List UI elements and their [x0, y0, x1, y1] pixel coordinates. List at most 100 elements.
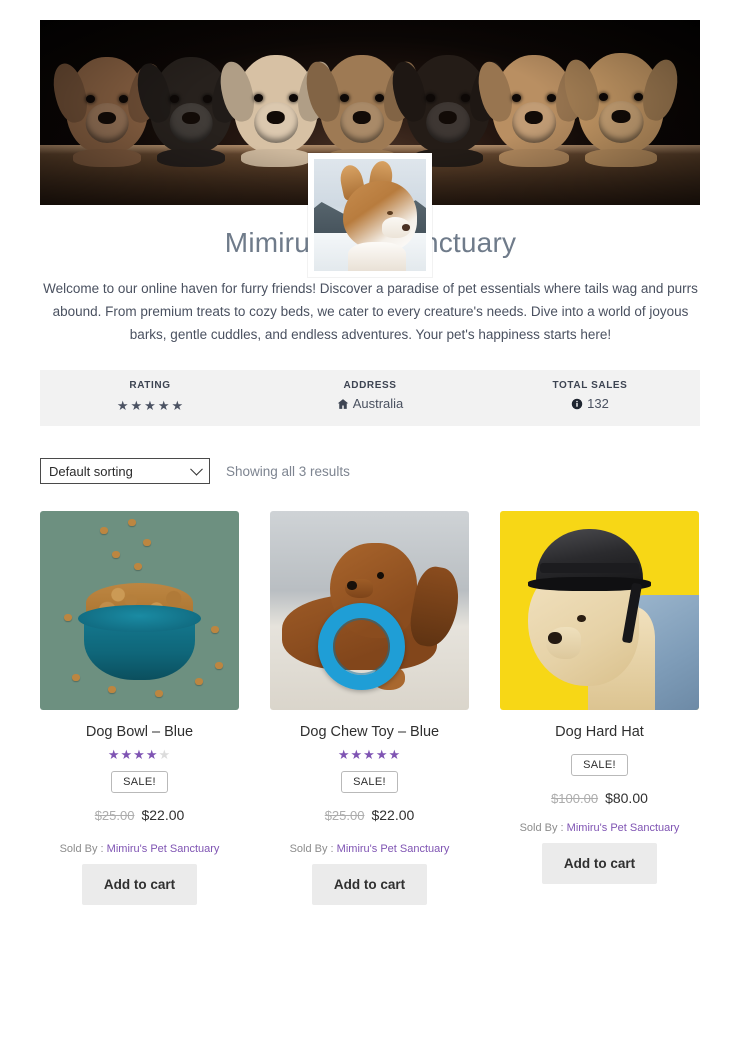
product-rating: ★★★★★ [270, 748, 469, 761]
puppy-eye-right [633, 93, 644, 101]
star-icon: ★ [350, 747, 364, 762]
product-title[interactable]: Dog Bowl – Blue [40, 724, 239, 740]
star-icon: ★ [133, 747, 146, 762]
star-icon: ★ [144, 398, 156, 414]
puppy-nose [438, 110, 458, 124]
puppy-eye-left [254, 94, 264, 103]
stat-address: ADDRESS Australia [260, 380, 480, 417]
old-price: $100.00 [551, 791, 599, 806]
star-icon: ★ [171, 398, 184, 414]
star-icon: ★ [158, 747, 172, 762]
product-image-dog-bowl[interactable] [40, 511, 239, 710]
product-card: Dog Hard Hat SALE! $100.00 $80.00 Sold By… [500, 511, 699, 905]
home-icon [337, 398, 349, 410]
stat-address-value: Australia [337, 396, 403, 412]
stat-total-sales-text: 132 [587, 396, 609, 412]
star-icon: ★ [363, 747, 376, 762]
puppy-eye-right [460, 94, 470, 103]
product-grid: Dog Bowl – Blue ★★★★★ SALE! $25.00 $22.00… [40, 511, 700, 905]
info-icon [571, 398, 583, 410]
sold-by-shop-link[interactable]: Mimiru's Pet Sanctuary [337, 843, 450, 855]
star-icon: ★ [130, 398, 143, 414]
sort-select[interactable]: Default sorting [40, 458, 210, 484]
puppy-4 [320, 55, 404, 167]
old-price: $25.00 [324, 808, 365, 823]
sold-by-shop-link[interactable]: Mimiru's Pet Sanctuary [107, 843, 220, 855]
product-card: Dog Chew Toy – Blue ★★★★★ SALE! $25.00 $2… [270, 511, 469, 905]
store-page: Mimiru's Pet Sanctuary Welcome to our on… [0, 20, 741, 905]
product-title[interactable]: Dog Hard Hat [500, 724, 699, 740]
sold-by: Sold By : Mimiru's Pet Sanctuary [500, 822, 699, 834]
puppy-paws [240, 149, 312, 167]
puppy-nose [524, 110, 544, 124]
product-card: Dog Bowl – Blue ★★★★★ SALE! $25.00 $22.00… [40, 511, 239, 905]
dachshund-eye [376, 572, 384, 580]
puppy-7 [578, 53, 664, 167]
stat-total-sales-label: TOTAL SALES [552, 379, 628, 391]
store-avatar[interactable] [308, 153, 432, 277]
product-image-dog-hard-hat[interactable] [500, 511, 699, 710]
puppy-eye-left [598, 93, 609, 101]
puppy-eye-left [85, 95, 95, 104]
puppy-eye-left [426, 94, 436, 103]
star-icon: ★ [388, 747, 402, 762]
sold-by-label: Sold By : [59, 843, 104, 855]
puppy-eye-right [288, 94, 298, 103]
stat-rating-value: ★ ★ ★ ★ ★ [117, 399, 183, 412]
puppy-eye-left [169, 95, 179, 104]
stat-rating-label: RATING [129, 379, 171, 391]
husky-chest [347, 241, 406, 271]
sold-by-label: Sold By : [289, 843, 334, 855]
store-stats-bar: RATING ★ ★ ★ ★ ★ ADDRESS Australia TOTAL… [40, 370, 700, 426]
sold-by-label: Sold By : [519, 822, 564, 834]
sale-badge: SALE! [571, 754, 628, 776]
star-icon: ★ [375, 747, 389, 762]
store-description: Welcome to our online haven for furry fr… [43, 281, 698, 342]
star-icon: ★ [337, 747, 351, 762]
star-icon: ★ [107, 747, 121, 762]
store-banner-wrap [40, 20, 700, 277]
new-price: $80.00 [605, 790, 648, 806]
sale-badge: SALE! [111, 771, 168, 793]
star-icon: ★ [157, 398, 170, 414]
blue-ring-toy [317, 602, 406, 691]
puppy-1 [66, 57, 148, 167]
rating-stars: ★ ★ ★ ★ ★ [117, 399, 183, 412]
puppy-eye-left [340, 94, 350, 103]
puppy-2 [150, 57, 232, 167]
add-to-cart-button[interactable]: Add to cart [81, 864, 198, 905]
chevron-down-icon [190, 462, 203, 476]
catalog-toolbar: Default sorting Showing all 3 results [40, 456, 700, 486]
stat-total-sales: TOTAL SALES 132 [480, 380, 700, 417]
product-price: $25.00 $22.00 [40, 807, 239, 823]
product-rating: ★★★★★ [40, 748, 239, 761]
new-price: $22.00 [141, 807, 185, 823]
star-icon: ★ [116, 398, 129, 414]
result-count: Showing all 3 results [226, 463, 350, 479]
product-price: $100.00 $80.00 [500, 790, 699, 806]
puppy-6 [492, 55, 576, 167]
puppy-5 [406, 55, 490, 167]
retriever-eye [576, 614, 586, 622]
sold-by-shop-link[interactable]: Mimiru's Pet Sanctuary [567, 822, 680, 834]
sort-select-value: Default sorting [49, 463, 133, 479]
dog-bowl-rim [77, 604, 202, 633]
puppy-eye-right [203, 95, 213, 104]
puppy-3 [234, 55, 318, 167]
puppy-eye-right [119, 95, 129, 104]
stat-rating: RATING ★ ★ ★ ★ ★ [40, 380, 260, 417]
product-image-dog-chew-toy[interactable] [270, 511, 469, 710]
old-price: $25.00 [94, 808, 135, 823]
puppy-nose [352, 110, 372, 124]
puppy-paws [584, 149, 658, 167]
add-to-cart-button[interactable]: Add to cart [541, 843, 658, 884]
add-to-cart-button[interactable]: Add to cart [311, 864, 428, 905]
new-price: $22.00 [371, 807, 415, 823]
dachshund-nose [347, 581, 357, 590]
avatar-image [314, 159, 426, 271]
helmet-strap [539, 562, 640, 573]
puppy-paws [156, 149, 226, 167]
stat-total-sales-value: 132 [571, 396, 609, 412]
product-title[interactable]: Dog Chew Toy – Blue [270, 724, 469, 740]
product-price: $25.00 $22.00 [270, 807, 469, 823]
